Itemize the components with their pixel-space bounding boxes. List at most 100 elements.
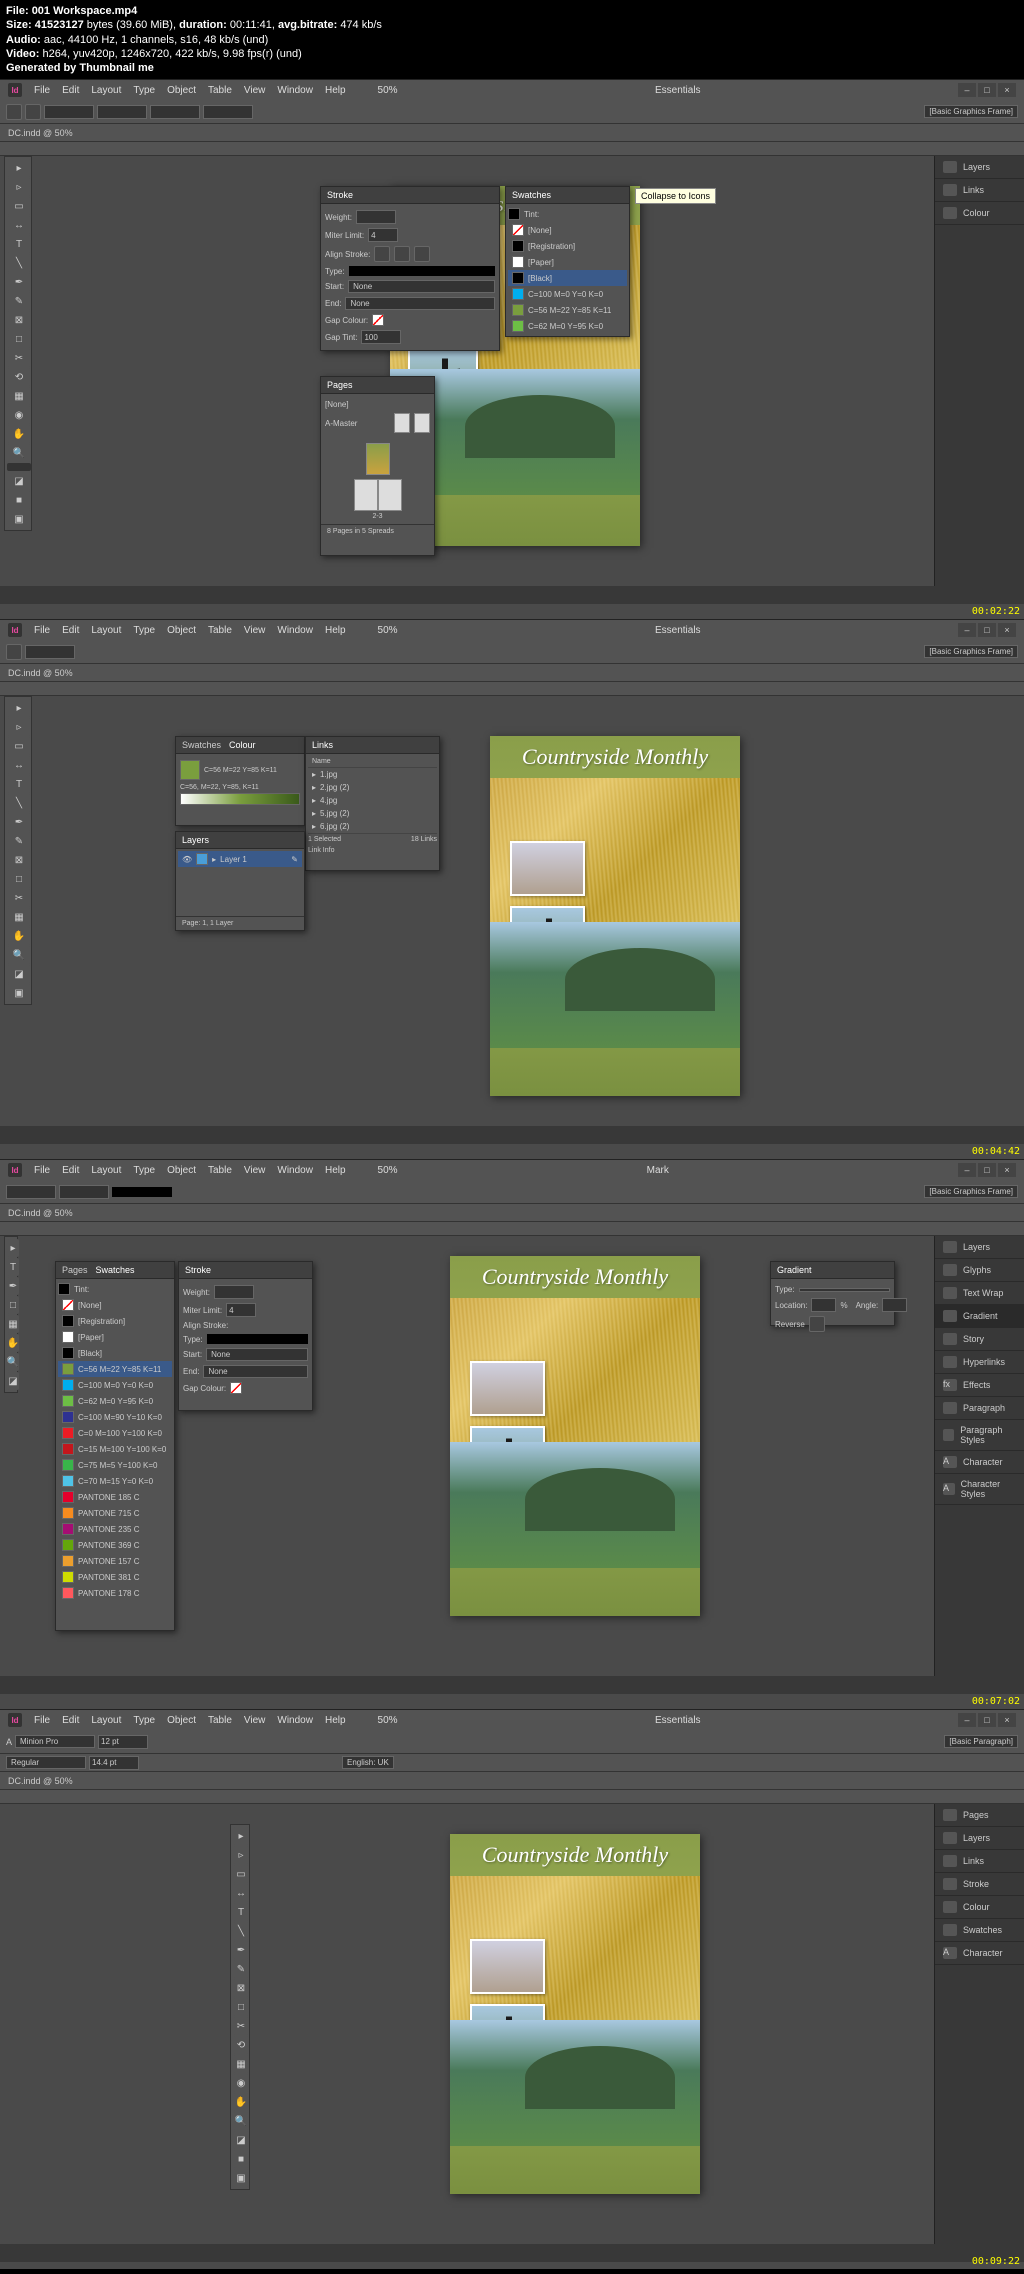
selection-tool[interactable]: ▸: [233, 1827, 249, 1845]
visibility-icon[interactable]: 👁: [182, 855, 192, 864]
rectangle-tool[interactable]: □: [7, 1296, 19, 1314]
swatch-p178[interactable]: PANTONE 178 C: [58, 1585, 172, 1601]
workspace-switcher[interactable]: Essentials: [655, 85, 701, 96]
color-tool[interactable]: ■: [7, 491, 31, 509]
zoom-level[interactable]: 50%: [378, 85, 398, 96]
swatches-tab[interactable]: Swatches: [182, 740, 221, 750]
fill-stroke[interactable]: ◪: [7, 1372, 19, 1390]
type-tool[interactable]: T: [7, 775, 31, 793]
close-button[interactable]: ×: [998, 623, 1016, 637]
x-input[interactable]: [6, 1185, 56, 1199]
zoom-tool[interactable]: 🔍: [7, 1353, 19, 1371]
menu-layout[interactable]: Layout: [91, 625, 121, 636]
pages-amaster[interactable]: A-Master: [325, 411, 430, 435]
scissors-tool[interactable]: ✂: [7, 349, 31, 367]
pages-none[interactable]: [None]: [325, 398, 430, 411]
menu-help[interactable]: Help: [325, 625, 346, 636]
swatch-p369[interactable]: PANTONE 369 C: [58, 1537, 172, 1553]
swatch-red[interactable]: C=0 M=100 Y=100 K=0: [58, 1425, 172, 1441]
fill-stroke-tool[interactable]: ◪: [233, 2131, 249, 2149]
swatch-lime[interactable]: C=62 M=0 Y=95 K=0: [58, 1393, 172, 1409]
menu-view[interactable]: View: [244, 625, 266, 636]
document-page[interactable]: Countryside Monthly: [450, 1256, 700, 1616]
right-story[interactable]: Story: [935, 1328, 1024, 1351]
menu-file[interactable]: File: [34, 85, 50, 96]
type-tool[interactable]: T: [233, 1903, 249, 1921]
document-tab[interactable]: DC.indd @ 50%: [0, 664, 1024, 682]
menu-window[interactable]: Window: [277, 85, 313, 96]
swatch-p235[interactable]: PANTONE 235 C: [58, 1521, 172, 1537]
eyedropper-tool[interactable]: ◉: [233, 2074, 249, 2092]
swatch-green[interactable]: C=56 M=22 Y=85 K=11: [508, 302, 627, 318]
menu-view[interactable]: View: [244, 1165, 266, 1176]
scissors-tool[interactable]: ✂: [233, 2017, 249, 2035]
y-input[interactable]: [59, 1185, 109, 1199]
line-tool[interactable]: ╲: [7, 254, 31, 272]
fill-stroke-tool[interactable]: ◪: [7, 965, 31, 983]
swatches-tab[interactable]: Swatches: [96, 1265, 135, 1275]
swatch-registration[interactable]: [Registration]: [58, 1313, 172, 1329]
direct-selection-tool[interactable]: ▹: [7, 718, 31, 736]
gap-color-swatch[interactable]: [372, 314, 384, 326]
close-button[interactable]: ×: [998, 1163, 1016, 1177]
screen-mode-tool[interactable]: ▣: [7, 984, 31, 1002]
page-thumb-2[interactable]: [354, 479, 378, 511]
workspace-switcher[interactable]: Essentials: [655, 625, 701, 636]
miter-input[interactable]: [368, 228, 398, 242]
right-layers[interactable]: Layers: [935, 1827, 1024, 1850]
stroke-tab[interactable]: Stroke: [327, 190, 353, 200]
menu-object[interactable]: Object: [167, 1165, 196, 1176]
zoom-level[interactable]: 50%: [378, 1165, 398, 1176]
maximize-button[interactable]: □: [978, 623, 996, 637]
stroke-style-control[interactable]: [112, 1187, 172, 1197]
selection-tool[interactable]: ▸: [7, 1239, 19, 1257]
pencil-tool[interactable]: ✎: [7, 292, 31, 310]
pencil-tool[interactable]: ✎: [7, 832, 31, 850]
swatch-green[interactable]: C=56 M=22 Y=85 K=11: [58, 1361, 172, 1377]
menu-file[interactable]: File: [34, 1715, 50, 1726]
gap-tint-input[interactable]: [361, 330, 401, 344]
right-charstyles[interactable]: ACharacter Styles: [935, 1474, 1024, 1505]
miter-input[interactable]: [226, 1303, 256, 1317]
right-gradient[interactable]: Gradient: [935, 1305, 1024, 1328]
current-swatch[interactable]: [508, 208, 520, 220]
menu-type[interactable]: Type: [133, 1165, 155, 1176]
gap-tool[interactable]: ↔: [233, 1884, 249, 1902]
screen-mode-tool[interactable]: ▣: [7, 510, 31, 528]
leading-input[interactable]: [89, 1756, 139, 1770]
page-tool[interactable]: ▭: [7, 197, 31, 215]
gradient-tool[interactable]: ▦: [7, 1315, 19, 1333]
swatch-cyan[interactable]: C=100 M=0 Y=0 K=0: [58, 1377, 172, 1393]
right-textwrap[interactable]: Text Wrap: [935, 1282, 1024, 1305]
fill-stroke-tool[interactable]: ◪: [7, 472, 31, 490]
w-input[interactable]: [150, 105, 200, 119]
gradient-tool[interactable]: ▦: [7, 908, 31, 926]
swatch-p381[interactable]: PANTONE 381 C: [58, 1569, 172, 1585]
pen-tool[interactable]: ✒: [7, 1277, 19, 1295]
ctrl-icon[interactable]: [6, 644, 22, 660]
minimize-button[interactable]: –: [958, 1163, 976, 1177]
menu-window[interactable]: Window: [277, 625, 313, 636]
right-effects[interactable]: fxEffects: [935, 1374, 1024, 1397]
close-button[interactable]: ×: [998, 83, 1016, 97]
menu-table[interactable]: Table: [208, 1715, 232, 1726]
document-page[interactable]: Countryside Monthly: [490, 736, 740, 1096]
swatch-p715[interactable]: PANTONE 715 C: [58, 1505, 172, 1521]
swatch-none[interactable]: [None]: [58, 1297, 172, 1313]
gradient-tool[interactable]: ▦: [233, 2055, 249, 2073]
swatch-black[interactable]: [Black]: [508, 270, 627, 286]
right-pages[interactable]: Pages: [935, 1804, 1024, 1827]
rectangle-frame-tool[interactable]: ⊠: [7, 851, 31, 869]
right-swatches[interactable]: Swatches: [935, 1919, 1024, 1942]
link-item-2[interactable]: ▸ 2.jpg (2): [308, 781, 437, 794]
zoom-tool[interactable]: 🔍: [7, 946, 31, 964]
menu-type[interactable]: Type: [133, 1715, 155, 1726]
maximize-button[interactable]: □: [978, 1163, 996, 1177]
swatch-lime[interactable]: C=62 M=0 Y=95 K=0: [508, 318, 627, 334]
font-style-dropdown[interactable]: Regular: [6, 1756, 86, 1769]
menu-layout[interactable]: Layout: [91, 1165, 121, 1176]
menu-table[interactable]: Table: [208, 1165, 232, 1176]
current-swatch[interactable]: [58, 1283, 70, 1295]
page-tool[interactable]: ▭: [7, 737, 31, 755]
right-colour[interactable]: Colour: [935, 202, 1024, 225]
